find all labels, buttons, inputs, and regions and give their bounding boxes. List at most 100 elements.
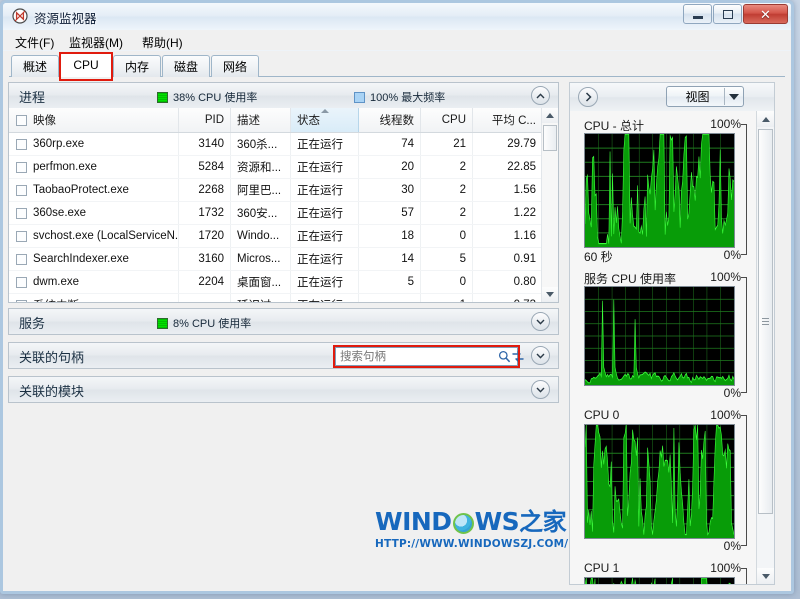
scroll-up-button[interactable]: [757, 111, 774, 127]
minimize-button[interactable]: [683, 4, 712, 24]
table-cell-threads: 74: [359, 133, 421, 155]
services-panel: 服务 8% CPU 使用率: [8, 308, 559, 335]
scroll-down-button[interactable]: [757, 568, 774, 584]
column-header-image[interactable]: 映像: [9, 108, 179, 132]
table-cell-cpu: 1: [421, 294, 473, 302]
graph-bottom-labels: 0%: [570, 386, 757, 402]
graph-time-label: 60 秒: [584, 250, 613, 264]
column-header-average-cpu[interactable]: 平均 C...: [473, 108, 542, 132]
table-row[interactable]: 360se.exe 1732 360安... 正在运行 57 2 1.22: [9, 202, 558, 225]
column-header-pid[interactable]: PID: [179, 108, 231, 132]
green-swatch-icon: [157, 317, 168, 329]
cell-value: 3140: [198, 138, 224, 150]
cell-value: 0: [459, 276, 466, 288]
tab-network[interactable]: 网络: [211, 55, 259, 77]
row-checkbox[interactable]: [16, 161, 27, 173]
table-row[interactable]: perfmon.exe 5284 资源和... 正在运行 20 2 22.85: [9, 156, 558, 179]
table-cell-status: 正在运行: [291, 202, 359, 224]
row-checkbox[interactable]: [16, 230, 27, 242]
table-row[interactable]: svchost.exe (LocalServiceN... 1720 Windo..…: [9, 225, 558, 248]
processes-collapse-button[interactable]: [531, 86, 550, 105]
services-expand-button[interactable]: [531, 312, 550, 331]
cell-value: TaobaoProtect.exe: [33, 184, 129, 196]
tab-overview[interactable]: 概述: [11, 55, 59, 77]
caret-down-icon[interactable]: [725, 93, 743, 100]
handles-expand-button[interactable]: [531, 346, 550, 365]
graph-max-label: 100%: [710, 117, 741, 131]
row-checkbox[interactable]: [16, 138, 27, 150]
services-header[interactable]: 服务 8% CPU 使用率: [9, 309, 558, 334]
scrollbar-thumb[interactable]: [758, 129, 773, 514]
cpu-graphs-container: CPU - 总计 100% 60 秒 0% 服务 CPU 使用率 100% 0% CPU 0 1…: [570, 111, 757, 584]
table-row[interactable]: TaobaoProtect.exe 2268 阿里巴... 正在运行 30 2 1.56: [9, 179, 558, 202]
menu-item-monitor[interactable]: 监视器(M): [65, 33, 127, 52]
tab-disk[interactable]: 磁盘: [162, 55, 210, 77]
cell-value: 74: [401, 138, 414, 150]
handle-search-input[interactable]: [336, 348, 498, 365]
cell-value: 2: [459, 161, 466, 173]
select-all-checkbox[interactable]: [16, 114, 27, 126]
cell-value: 正在运行: [297, 139, 343, 151]
processes-title: 进程: [19, 90, 46, 105]
right-pane-scrollbar[interactable]: [756, 111, 774, 584]
table-row[interactable]: SearchIndexer.exe 3160 Micros... 正在运行 14 5 0.9…: [9, 248, 558, 271]
cell-value: 阿里巴...: [237, 185, 282, 197]
graph-title: CPU 0: [584, 408, 620, 422]
close-icon: ✕: [760, 6, 771, 22]
right-pane-collapse-button[interactable]: [578, 87, 598, 107]
cell-value: 1.16: [513, 230, 536, 242]
maximize-button[interactable]: [713, 4, 742, 24]
scroll-down-button[interactable]: [542, 287, 558, 302]
scrollbar-thumb[interactable]: [543, 125, 557, 151]
column-header-cpu[interactable]: CPU: [421, 108, 473, 132]
table-cell-desc: 360杀...: [231, 133, 291, 155]
menu-item-help[interactable]: 帮助(H): [138, 33, 187, 52]
graph-plot: [584, 286, 735, 386]
table-cell-cpu: 21: [421, 133, 473, 155]
search-icon[interactable]: [498, 348, 511, 365]
column-header-status[interactable]: 状态: [291, 108, 359, 132]
row-checkbox[interactable]: [16, 253, 27, 265]
close-button[interactable]: ✕: [743, 4, 788, 24]
row-checkbox[interactable]: [16, 207, 27, 219]
title-bar[interactable]: 资源监视器 ✕: [3, 3, 791, 30]
handles-header[interactable]: 关联的句柄: [9, 343, 558, 368]
graph-title: CPU 1: [584, 561, 620, 575]
graph-title: 服务 CPU 使用率: [584, 272, 677, 286]
table-row[interactable]: 360rp.exe 3140 360杀... 正在运行 74 21 29.79: [9, 133, 558, 156]
view-button[interactable]: 视图: [666, 86, 744, 107]
modules-header[interactable]: 关联的模块: [9, 377, 558, 402]
handle-search-box[interactable]: [335, 347, 524, 366]
row-checkbox[interactable]: [16, 276, 27, 288]
tab-cpu[interactable]: CPU: [60, 52, 112, 77]
refresh-arrows-icon[interactable]: [511, 348, 525, 365]
sort-ascending-icon: [320, 109, 329, 113]
window-frame: 资源监视器 ✕ 文件(F) 监视器(M) 帮助(H) 概述 CPU 内存 磁盘: [0, 0, 794, 594]
table-row[interactable]: dwm.exe 2204 桌面窗... 正在运行 5 0 0.80: [9, 271, 558, 294]
column-header-description[interactable]: 描述: [231, 108, 291, 132]
menu-item-file[interactable]: 文件(F): [11, 33, 58, 52]
cell-value: 20: [401, 161, 414, 173]
row-checkbox[interactable]: [16, 299, 27, 302]
cell-value: perfmon.exe: [33, 161, 97, 173]
row-checkbox[interactable]: [16, 184, 27, 196]
modules-expand-button[interactable]: [531, 380, 550, 399]
process-table-scrollbar[interactable]: [541, 108, 558, 302]
window-controls: ✕: [683, 4, 788, 24]
graph-min-label: 0%: [723, 539, 741, 553]
table-cell-image: 360rp.exe: [9, 133, 179, 155]
cell-value: 正在运行: [297, 162, 343, 174]
cell-value: -: [359, 299, 420, 302]
table-cell-status: 正在运行: [291, 248, 359, 270]
graph-max-label: 100%: [710, 270, 741, 284]
column-header-threads[interactable]: 线程数: [359, 108, 421, 132]
scroll-up-button[interactable]: [542, 108, 558, 123]
table-row[interactable]: 系统中断-延迟过...正在运行-10.73: [9, 294, 558, 302]
table-cell-threads: 20: [359, 156, 421, 178]
cell-value: 正在运行: [297, 208, 343, 220]
tab-memory[interactable]: 内存: [113, 55, 161, 77]
modules-title: 关联的模块: [19, 384, 85, 399]
table-cell-image: 系统中断: [9, 294, 179, 302]
chevron-down-icon: [536, 387, 545, 393]
processes-header[interactable]: 进程 38% CPU 使用率 100% 最大频率: [9, 83, 558, 109]
